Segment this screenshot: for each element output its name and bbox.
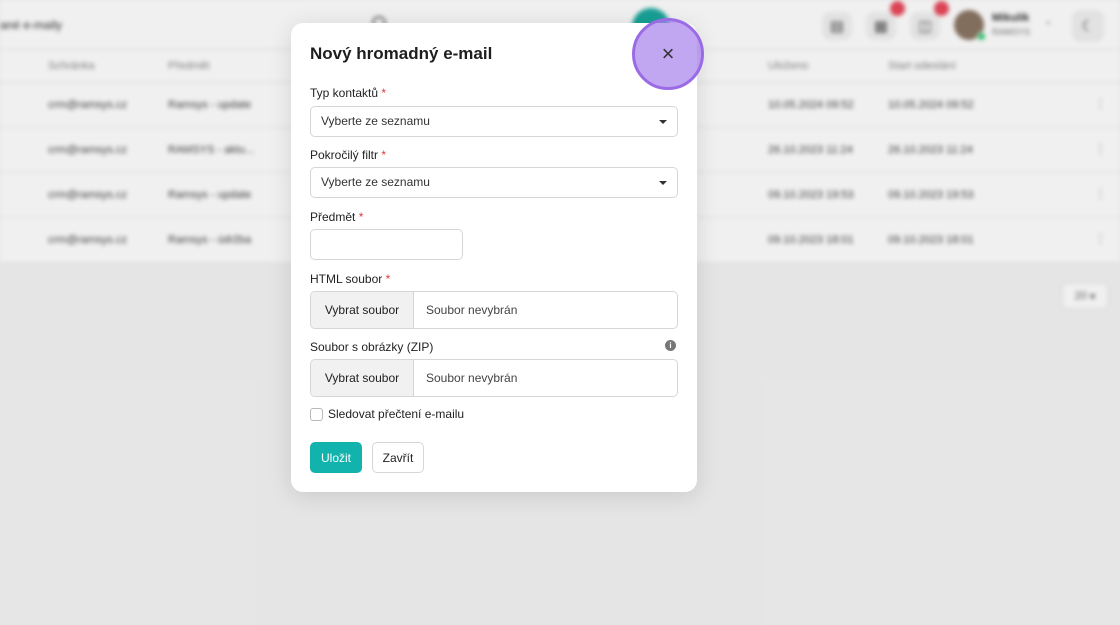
contact-type-value: Vyberte ze seznamu <box>321 114 430 128</box>
advanced-filter-label: Pokročilý filtr * <box>310 148 386 162</box>
html-file-label-text: HTML soubor <box>310 272 383 286</box>
info-icon[interactable]: i <box>665 340 676 351</box>
save-button[interactable]: Uložit <box>310 442 362 473</box>
contact-type-label: Typ kontaktů * <box>310 86 386 100</box>
close-button[interactable]: × <box>632 18 704 90</box>
subject-label-text: Předmět <box>310 210 356 224</box>
images-zip-input[interactable]: Vybrat soubor Soubor nevybrán <box>310 359 678 397</box>
caret-down-icon <box>659 120 667 124</box>
images-zip-label: Soubor s obrázky (ZIP) <box>310 340 434 354</box>
close-icon: × <box>661 41 675 66</box>
advanced-filter-value: Vyberte ze seznamu <box>321 175 430 189</box>
required-mark: * <box>381 148 387 162</box>
html-file-choose-button[interactable]: Vybrat soubor <box>311 292 414 328</box>
images-zip-choose-button[interactable]: Vybrat soubor <box>311 360 414 396</box>
track-read-checkbox[interactable] <box>310 408 323 421</box>
images-zip-status: Soubor nevybrán <box>426 371 518 385</box>
html-file-status: Soubor nevybrán <box>426 303 518 317</box>
required-mark: * <box>358 210 364 224</box>
required-mark: * <box>381 86 387 100</box>
required-mark: * <box>385 272 391 286</box>
new-bulk-email-modal: Nový hromadný e-mail × Typ kontaktů * Vy… <box>291 18 704 492</box>
caret-down-icon <box>659 181 667 185</box>
subject-input[interactable] <box>310 229 463 260</box>
html-file-input[interactable]: Vybrat soubor Soubor nevybrán <box>310 291 678 329</box>
contact-type-label-text: Typ kontaktů <box>310 86 379 100</box>
advanced-filter-label-text: Pokročilý filtr <box>310 148 379 162</box>
contact-type-select[interactable]: Vyberte ze seznamu <box>310 106 678 137</box>
html-file-label: HTML soubor * <box>310 272 390 286</box>
track-read-label[interactable]: Sledovat přečtení e-mailu <box>328 407 464 421</box>
subject-label: Předmět * <box>310 210 363 224</box>
cancel-button[interactable]: Zavřít <box>372 442 424 473</box>
modal-title: Nový hromadný e-mail <box>310 44 493 63</box>
advanced-filter-select[interactable]: Vyberte ze seznamu <box>310 167 678 198</box>
